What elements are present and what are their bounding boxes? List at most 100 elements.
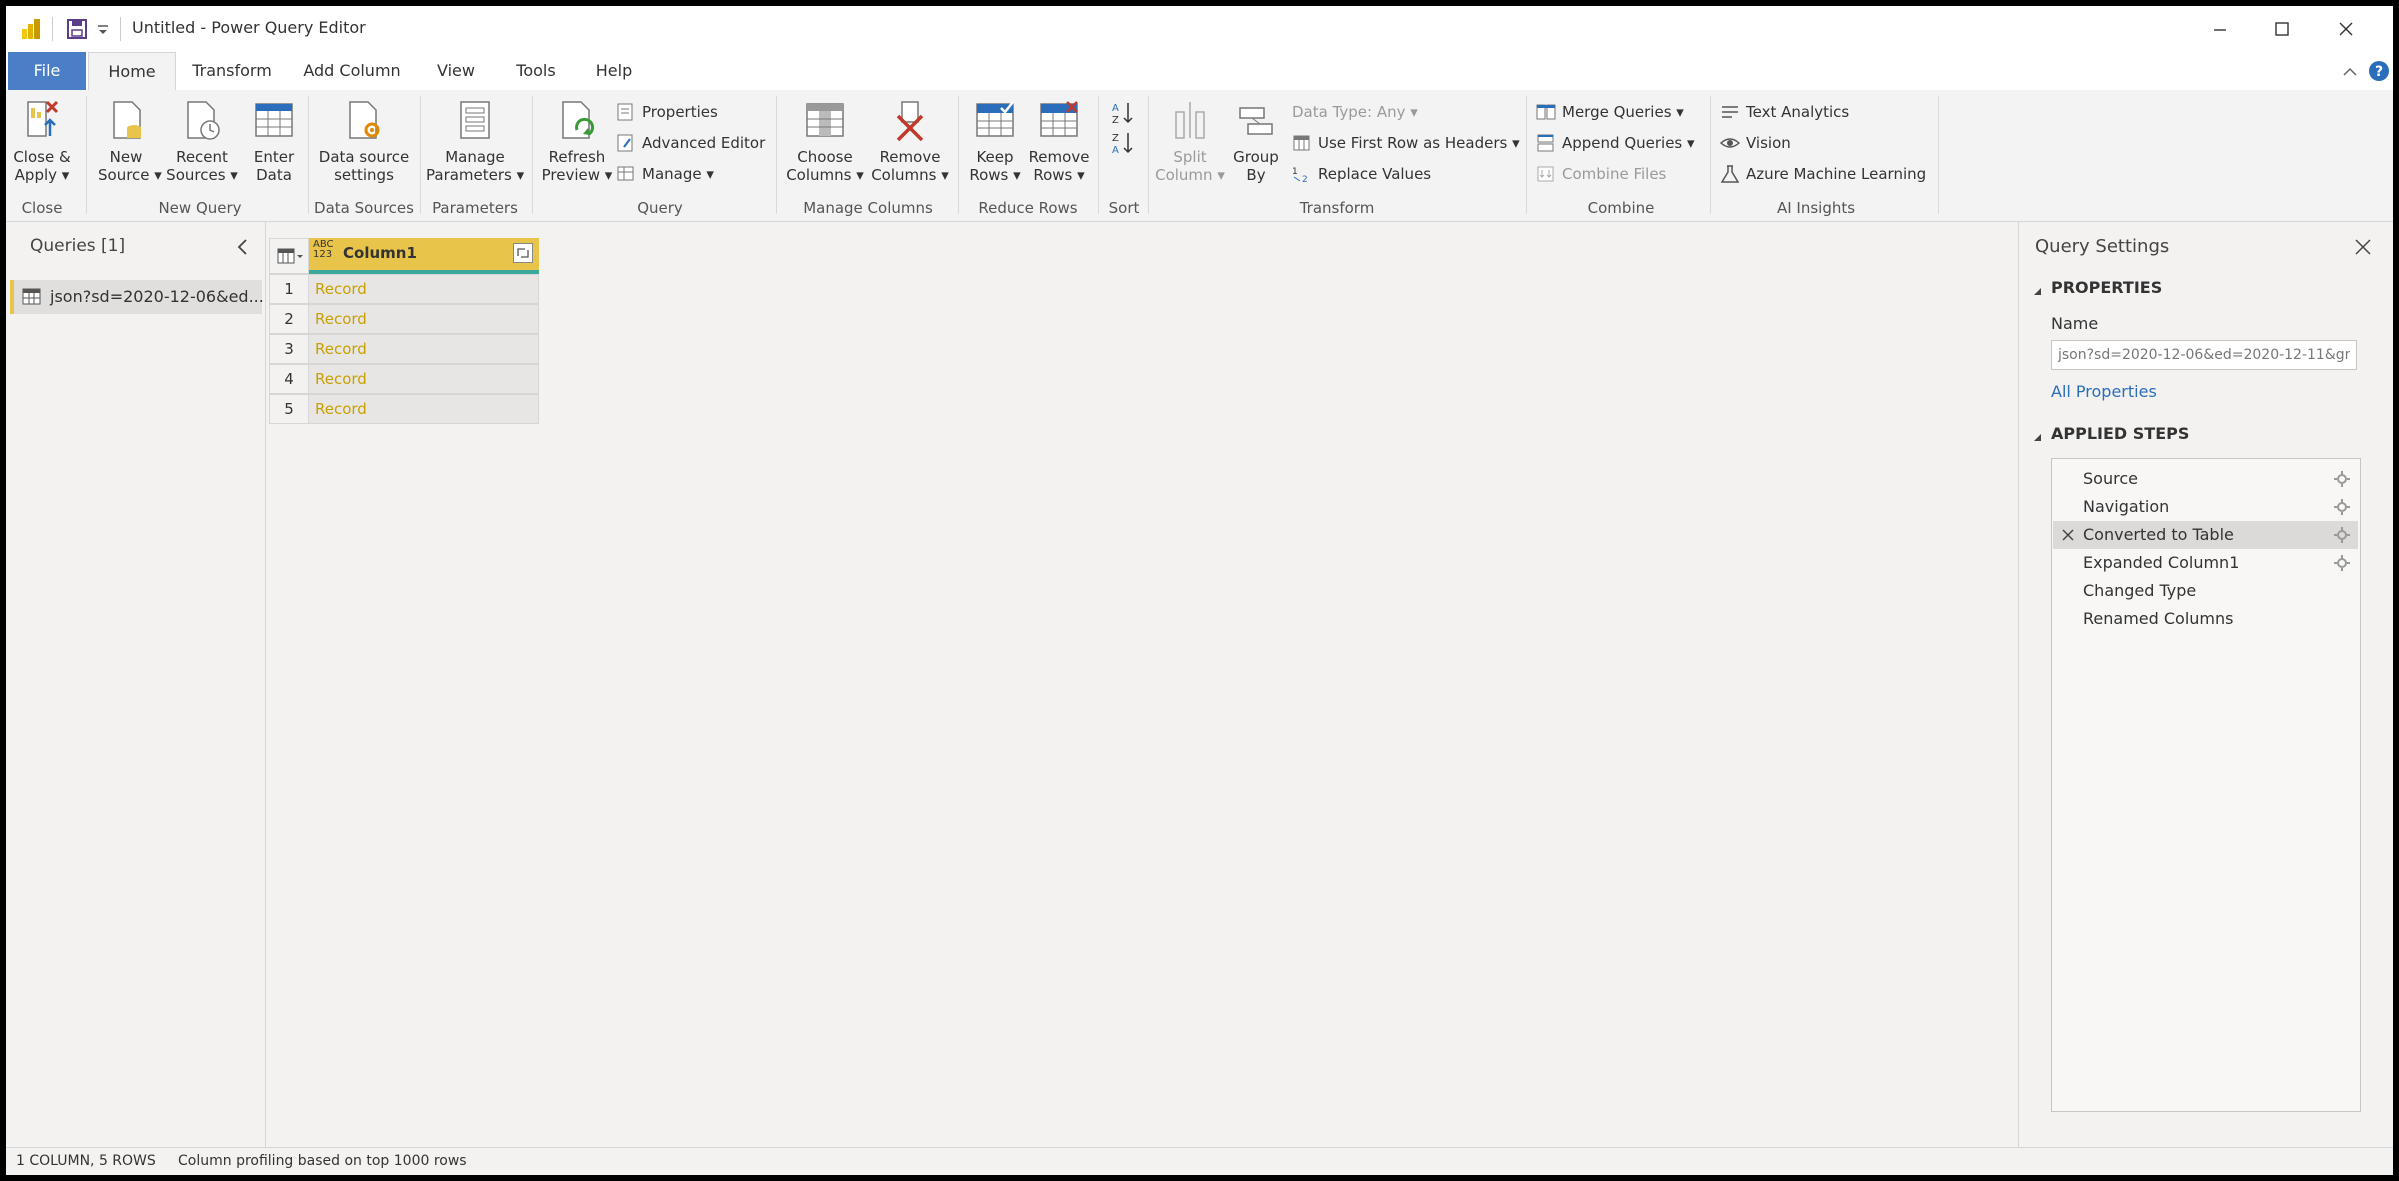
use-first-row-as-headers-button[interactable]: Use First Row as Headers ▾ bbox=[1292, 131, 1520, 155]
manage-button[interactable]: Manage ▾ bbox=[616, 162, 714, 186]
table-row: 2 Record bbox=[269, 304, 539, 334]
new-source-button[interactable]: New Source ▾ bbox=[98, 98, 162, 184]
group-label-transform: Transform bbox=[1299, 199, 1375, 217]
combine-files-button[interactable]: Combine Files bbox=[1536, 162, 1666, 186]
table-row: 1 Record bbox=[269, 274, 539, 304]
properties-icon bbox=[616, 103, 636, 121]
text-analytics-button[interactable]: Text Analytics bbox=[1720, 100, 1849, 124]
power-query-editor-window: Untitled - Power Query Editor File Home … bbox=[6, 6, 2393, 1175]
tab-view[interactable]: View bbox=[426, 52, 486, 90]
tab-home[interactable]: Home bbox=[88, 52, 176, 90]
record-link[interactable]: Record bbox=[309, 394, 539, 424]
collapse-queries-pane-icon[interactable] bbox=[236, 238, 250, 256]
tab-help[interactable]: Help bbox=[586, 52, 642, 90]
any-type-icon[interactable]: ABC 123 bbox=[313, 240, 334, 260]
choose-columns-button[interactable]: Choose Columns ▾ bbox=[784, 98, 866, 184]
group-separator bbox=[308, 96, 309, 214]
column-header-column1[interactable]: ABC 123 Column1 bbox=[309, 238, 539, 274]
close-settings-pane-button[interactable] bbox=[2354, 238, 2372, 256]
tab-transform[interactable]: Transform bbox=[182, 52, 282, 90]
remove-rows-button[interactable]: Remove Rows ▾ bbox=[1026, 98, 1092, 184]
tab-add-column[interactable]: Add Column bbox=[296, 52, 408, 90]
vision-button[interactable]: Vision bbox=[1719, 131, 1791, 155]
delete-step-icon[interactable] bbox=[2061, 528, 2075, 542]
group-label-parameters: Parameters bbox=[432, 199, 518, 217]
step-navigation[interactable]: Navigation bbox=[2053, 493, 2358, 521]
tab-tools[interactable]: Tools bbox=[504, 52, 568, 90]
tab-file[interactable]: File bbox=[8, 52, 86, 90]
svg-text:Z: Z bbox=[1112, 115, 1119, 126]
row-number: 1 bbox=[269, 274, 309, 304]
minimize-icon bbox=[2214, 29, 2226, 31]
table-menu-button[interactable] bbox=[269, 238, 309, 274]
column-profiling-status[interactable]: Column profiling based on top 1000 rows bbox=[178, 1153, 467, 1169]
recent-sources-button[interactable]: Recent Sources ▾ bbox=[166, 98, 238, 184]
row-number: 2 bbox=[269, 304, 309, 334]
refresh-preview-icon bbox=[555, 98, 599, 144]
save-icon[interactable] bbox=[66, 18, 88, 40]
group-label-sort: Sort bbox=[1108, 199, 1140, 217]
replace-values-icon: 12 bbox=[1292, 165, 1312, 185]
help-icon[interactable]: ? bbox=[2368, 60, 2390, 82]
refresh-preview-button[interactable]: Refresh Preview ▾ bbox=[540, 98, 614, 184]
queries-pane-title: Queries [1] bbox=[30, 236, 126, 256]
collapse-applied-steps-icon[interactable] bbox=[2033, 428, 2043, 441]
expand-column-icon[interactable] bbox=[513, 243, 533, 263]
azure-machine-learning-button[interactable]: Azure Machine Learning bbox=[1720, 162, 1926, 186]
merge-queries-button[interactable]: Merge Queries ▾ bbox=[1536, 100, 1684, 124]
step-expanded-column1[interactable]: Expanded Column1 bbox=[2053, 549, 2358, 577]
group-separator bbox=[420, 96, 421, 214]
split-column-icon bbox=[1168, 98, 1212, 144]
collapse-properties-icon[interactable] bbox=[2033, 282, 2043, 295]
append-queries-button[interactable]: Append Queries ▾ bbox=[1536, 131, 1695, 155]
new-source-icon bbox=[104, 98, 148, 144]
ribbon-tabs: File Home Transform Add Column View Tool… bbox=[6, 52, 2393, 90]
power-bi-logo-icon bbox=[20, 17, 44, 41]
step-changed-type[interactable]: Changed Type bbox=[2053, 577, 2358, 605]
sort-ascending-icon[interactable]: AZ bbox=[1110, 100, 1136, 126]
record-link[interactable]: Record bbox=[309, 364, 539, 394]
step-converted-to-table[interactable]: Converted to Table bbox=[2053, 521, 2358, 549]
window-title: Untitled - Power Query Editor bbox=[132, 18, 366, 37]
sort-descending-icon[interactable]: ZA bbox=[1110, 130, 1136, 156]
manage-parameters-button[interactable]: Manage Parameters ▾ bbox=[426, 98, 524, 184]
minimize-button[interactable] bbox=[2190, 12, 2250, 46]
maximize-button[interactable] bbox=[2252, 12, 2312, 46]
data-type-dropdown[interactable]: Data Type: Any ▾ bbox=[1292, 100, 1418, 124]
group-by-button[interactable]: Group By bbox=[1228, 98, 1284, 184]
query-item[interactable]: json?sd=2020-12-06&ed... bbox=[10, 280, 264, 314]
data-source-settings-button[interactable]: Data source settings bbox=[314, 98, 414, 184]
replace-values-button[interactable]: 12 Replace Values bbox=[1292, 162, 1431, 186]
keep-rows-button[interactable]: Keep Rows ▾ bbox=[964, 98, 1026, 184]
merge-queries-icon bbox=[1536, 103, 1556, 121]
step-renamed-columns[interactable]: Renamed Columns bbox=[2053, 605, 2358, 633]
close-window-button[interactable] bbox=[2316, 12, 2376, 46]
record-link[interactable]: Record bbox=[309, 304, 539, 334]
gear-icon bbox=[2334, 499, 2350, 515]
close-apply-button[interactable]: Close & Apply ▾ bbox=[12, 98, 72, 184]
choose-columns-icon bbox=[803, 98, 847, 144]
title-bar: Untitled - Power Query Editor bbox=[6, 6, 2393, 52]
record-link[interactable]: Record bbox=[309, 334, 539, 364]
properties-button[interactable]: Properties bbox=[616, 100, 718, 124]
group-separator bbox=[958, 96, 959, 214]
title-separator bbox=[52, 17, 53, 41]
svg-text:A: A bbox=[1112, 145, 1119, 156]
query-name-input[interactable] bbox=[2051, 340, 2357, 370]
enter-data-button[interactable]: Enter Data bbox=[246, 98, 302, 184]
remove-columns-icon bbox=[888, 98, 932, 144]
step-source[interactable]: Source bbox=[2053, 465, 2358, 493]
svg-text:Z: Z bbox=[1112, 133, 1119, 144]
group-separator bbox=[1148, 96, 1149, 214]
remove-columns-button[interactable]: Remove Columns ▾ bbox=[868, 98, 952, 184]
group-separator bbox=[1526, 96, 1527, 214]
column-header-label: Column1 bbox=[343, 244, 417, 262]
quick-access-dropdown-icon[interactable] bbox=[96, 20, 110, 38]
eye-icon bbox=[1719, 134, 1741, 152]
gear-icon bbox=[2334, 471, 2350, 487]
split-column-button[interactable]: Split Column ▾ bbox=[1154, 98, 1226, 184]
all-properties-link[interactable]: All Properties bbox=[2051, 382, 2157, 401]
record-link[interactable]: Record bbox=[309, 274, 539, 304]
collapse-ribbon-icon[interactable] bbox=[2342, 64, 2358, 78]
advanced-editor-button[interactable]: Advanced Editor bbox=[616, 131, 765, 155]
